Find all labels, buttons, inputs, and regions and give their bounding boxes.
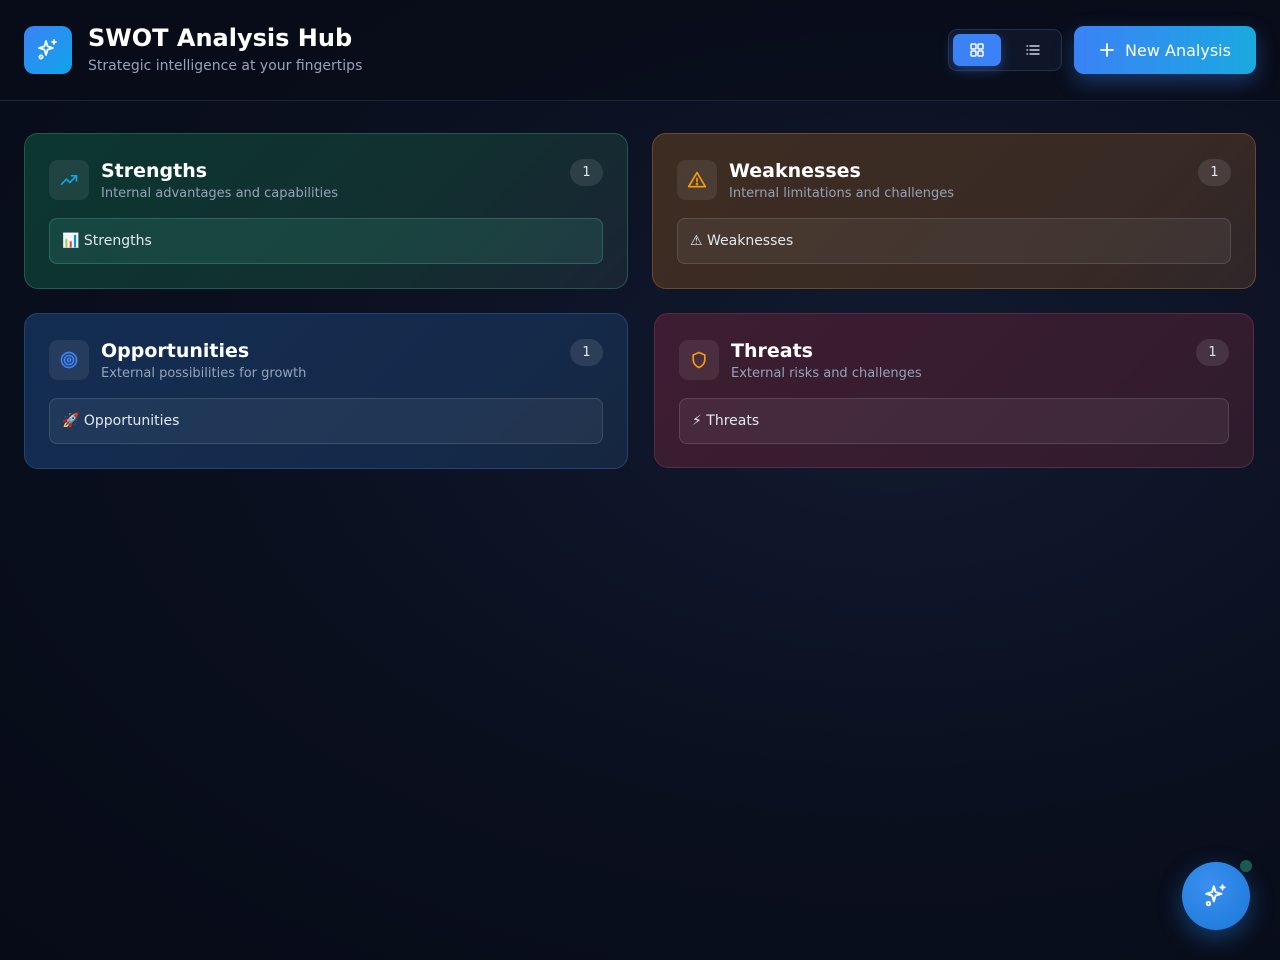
threats-card: Threats External risks and challenges 1 … [654, 313, 1254, 468]
strengths-title: Strengths [101, 160, 208, 182]
threats-count-badge: 1 [1196, 339, 1229, 366]
threats-item[interactable]: ⚡ Threats [679, 398, 1229, 444]
app-header: SWOT Analysis Hub Strategic intelligence… [0, 0, 1280, 101]
sparkles-icon [1205, 884, 1226, 907]
app-title: SWOT Analysis Hub [88, 24, 353, 52]
weaknesses-description: Internal limitations and challenges [729, 186, 955, 201]
trending-up-icon [60, 175, 78, 185]
new-analysis-label: New Analysis [1125, 40, 1231, 60]
list-icon [1026, 45, 1040, 55]
opportunities-title: Opportunities [101, 340, 250, 362]
opportunities-card: Opportunities External possibilities for… [24, 313, 628, 469]
strengths-icon-wrap [49, 160, 89, 200]
strengths-description: Internal advantages and capabilities [101, 186, 339, 201]
threats-icon-wrap [679, 340, 719, 380]
new-analysis-button[interactable]: New Analysis [1074, 26, 1256, 74]
threats-description: External risks and challenges [731, 366, 922, 381]
weaknesses-count-badge: 1 [1198, 159, 1231, 186]
opportunities-icon-wrap [49, 340, 89, 380]
app-subtitle: Strategic intelligence at your fingertip… [88, 58, 363, 74]
status-dot [1240, 860, 1252, 872]
weaknesses-title: Weaknesses [729, 160, 861, 182]
weaknesses-item[interactable]: ⚠ Weaknesses [677, 218, 1231, 264]
app-logo [24, 26, 72, 74]
plus-icon [1100, 43, 1114, 57]
grid-view-button[interactable] [953, 34, 1001, 66]
strengths-card: Strengths Internal advantages and capabi… [24, 133, 628, 289]
view-toggle [948, 29, 1062, 71]
ai-assistant-button[interactable] [1182, 862, 1250, 930]
target-icon [60, 351, 78, 369]
opportunities-description: External possibilities for growth [101, 366, 307, 381]
opportunities-item[interactable]: 🚀 Opportunities [49, 398, 603, 444]
threats-title: Threats [731, 340, 813, 362]
sparkles-icon [38, 39, 57, 60]
strengths-count-badge: 1 [570, 159, 603, 186]
grid-icon [970, 43, 984, 57]
alert-triangle-icon [687, 171, 707, 188]
opportunities-count-badge: 1 [570, 339, 603, 366]
weaknesses-card: Weaknesses Internal limitations and chal… [652, 133, 1256, 289]
shield-icon [692, 351, 706, 369]
strengths-item[interactable]: 📊 Strengths [49, 218, 603, 264]
weaknesses-icon-wrap [677, 160, 717, 200]
list-view-button[interactable] [1009, 34, 1057, 66]
